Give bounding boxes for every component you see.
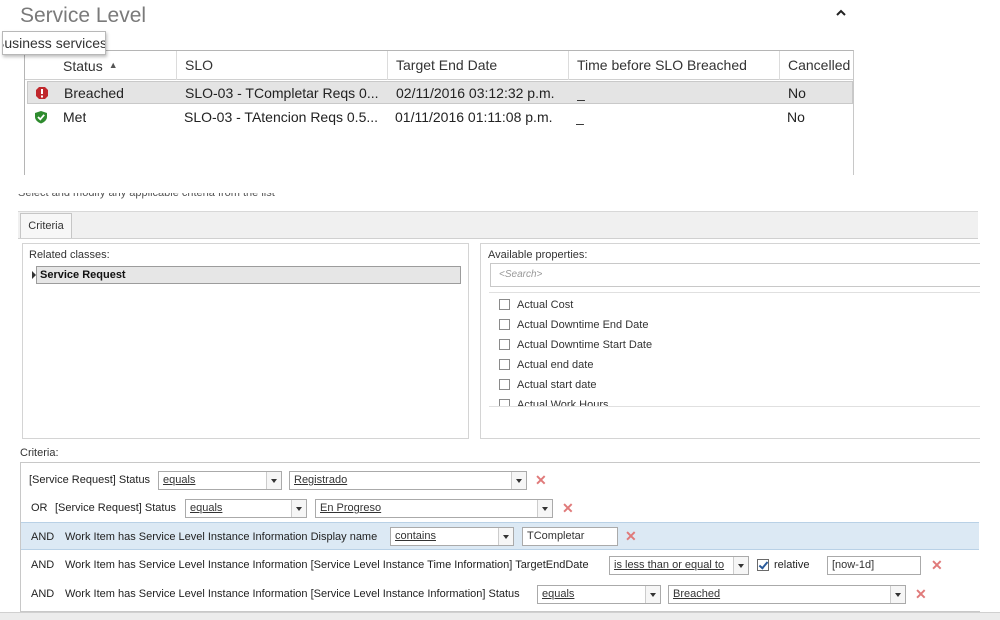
column-header-target-end-date[interactable]: Target End Date (388, 51, 569, 80)
delete-icon[interactable]: ✕ (625, 529, 637, 543)
bottom-divider (0, 612, 1000, 620)
cancelled-cell: No (788, 85, 806, 101)
column-header-slo[interactable]: SLO (177, 51, 388, 80)
chevron-down-icon (498, 528, 513, 545)
criteria-connector: AND (31, 588, 55, 600)
checkbox[interactable] (499, 399, 510, 406)
criteria-row: [Service Request] Status equals Registra… (21, 466, 979, 494)
slo-cell: SLO-03 - TAtencion Reqs 0.5... (184, 109, 379, 125)
chevron-down-icon (511, 472, 526, 489)
section-title: Service Level (20, 4, 147, 27)
delete-icon[interactable]: ✕ (535, 473, 547, 487)
target-end-date-cell: 01/11/2016 01:11:08 p.m. (395, 109, 553, 125)
criteria-field: [Service Request] Status (29, 474, 151, 486)
criteria-list: [Service Request] Status equals Registra… (20, 462, 980, 612)
list-item[interactable]: Actual start date (499, 377, 597, 393)
delete-icon[interactable]: ✕ (931, 558, 943, 572)
sort-ascending-icon: ▲ (108, 60, 118, 70)
operator-dropdown[interactable]: is less than or equal to (609, 556, 749, 575)
criteria-label: Criteria: (20, 447, 59, 459)
service-level-grid: Status ▲ SLO Target End Date Time before … (24, 50, 854, 175)
list-item[interactable]: Actual Downtime End Date (499, 317, 648, 333)
value-dropdown[interactable]: Breached (668, 585, 906, 604)
checkbox[interactable] (499, 379, 510, 390)
chevron-down-icon (291, 500, 306, 517)
operator-dropdown[interactable]: contains (390, 527, 514, 546)
checkbox[interactable] (499, 359, 510, 370)
chevron-down-icon (537, 500, 552, 517)
value-input[interactable]: [now-1d] (827, 556, 921, 575)
collapse-chevron-icon[interactable] (834, 6, 848, 20)
chevron-down-icon (733, 557, 748, 574)
checkbox[interactable] (499, 339, 510, 350)
met-icon (35, 111, 47, 124)
criteria-connector: OR (31, 502, 48, 514)
criteria-row: AND Work Item has Service Level Instance… (21, 580, 979, 608)
value-dropdown[interactable]: Registrado (289, 471, 527, 490)
value-input[interactable]: TCompletar (522, 527, 618, 546)
chevron-down-icon (890, 586, 905, 603)
table-row[interactable]: Breached SLO-03 - TCompletar Reqs 0... 0… (27, 81, 853, 104)
status-cell: Breached (64, 85, 124, 101)
chevron-down-icon (266, 472, 281, 489)
time-before-breach-cell: _ (576, 109, 584, 125)
status-cell: Met (63, 109, 87, 125)
criteria-row: AND Work Item has Service Level Instance… (21, 551, 979, 579)
list-item[interactable]: Actual Downtime Start Date (499, 337, 652, 353)
grid-header: Status ▲ SLO Target End Date Time before … (25, 51, 853, 80)
relative-label: relative (774, 559, 810, 571)
column-header-time-before-breach[interactable]: Time before SLO Breached (569, 51, 780, 80)
column-header-cancelled[interactable]: Cancelled (780, 51, 853, 80)
related-classes-label: Related classes: (29, 249, 110, 261)
criteria-row: OR [Service Request] Status equals En Pr… (21, 494, 979, 522)
value-dropdown[interactable]: En Progreso (315, 499, 553, 518)
operator-dropdown[interactable]: equals (537, 585, 661, 604)
available-properties-label: Available properties: (488, 249, 588, 261)
tab-strip (18, 211, 978, 239)
column-header-status[interactable]: Status ▲ (25, 51, 177, 80)
tab-criteria[interactable]: Criteria (20, 213, 72, 238)
chevron-down-icon (645, 586, 660, 603)
time-before-breach-cell: _ (577, 85, 585, 101)
tooltip: Business services (2, 31, 106, 55)
list-item[interactable]: Actual Cost (499, 297, 573, 313)
cancelled-cell: No (787, 109, 805, 125)
criteria-field: Work Item has Service Level Instance Inf… (65, 559, 589, 571)
operator-dropdown[interactable]: equals (158, 471, 282, 490)
checkbox[interactable] (499, 299, 510, 310)
target-end-date-cell: 02/11/2016 03:12:32 p.m. (396, 85, 555, 101)
criteria-field: [Service Request] Status (55, 502, 177, 514)
property-search-input[interactable]: <Search> (490, 263, 980, 287)
delete-icon[interactable]: ✕ (915, 587, 927, 601)
checkbox[interactable] (499, 319, 510, 330)
criteria-connector: AND (31, 559, 55, 571)
list-item[interactable]: Actual Work Hours (499, 397, 609, 406)
criteria-field: Work Item has Service Level Instance Inf… (65, 531, 378, 543)
slo-cell: SLO-03 - TCompletar Reqs 0... (185, 85, 379, 101)
property-list: Actual Cost Actual Downtime End Date Act… (489, 292, 980, 407)
instructions-text: Select and modify any applicable criteri… (18, 193, 275, 199)
criteria-connector: AND (31, 531, 55, 543)
relative-checkbox[interactable] (757, 559, 769, 571)
criteria-row: AND Work Item has Service Level Instance… (21, 522, 979, 550)
list-item[interactable]: Actual end date (499, 357, 593, 373)
delete-icon[interactable]: ✕ (562, 501, 574, 515)
operator-dropdown[interactable]: equals (185, 499, 307, 518)
related-class-item[interactable]: Service Request (36, 266, 461, 284)
criteria-field: Work Item has Service Level Instance Inf… (65, 588, 520, 600)
breached-icon (36, 87, 48, 99)
table-row[interactable]: Met SLO-03 - TAtencion Reqs 0.5... 01/11… (27, 106, 853, 129)
